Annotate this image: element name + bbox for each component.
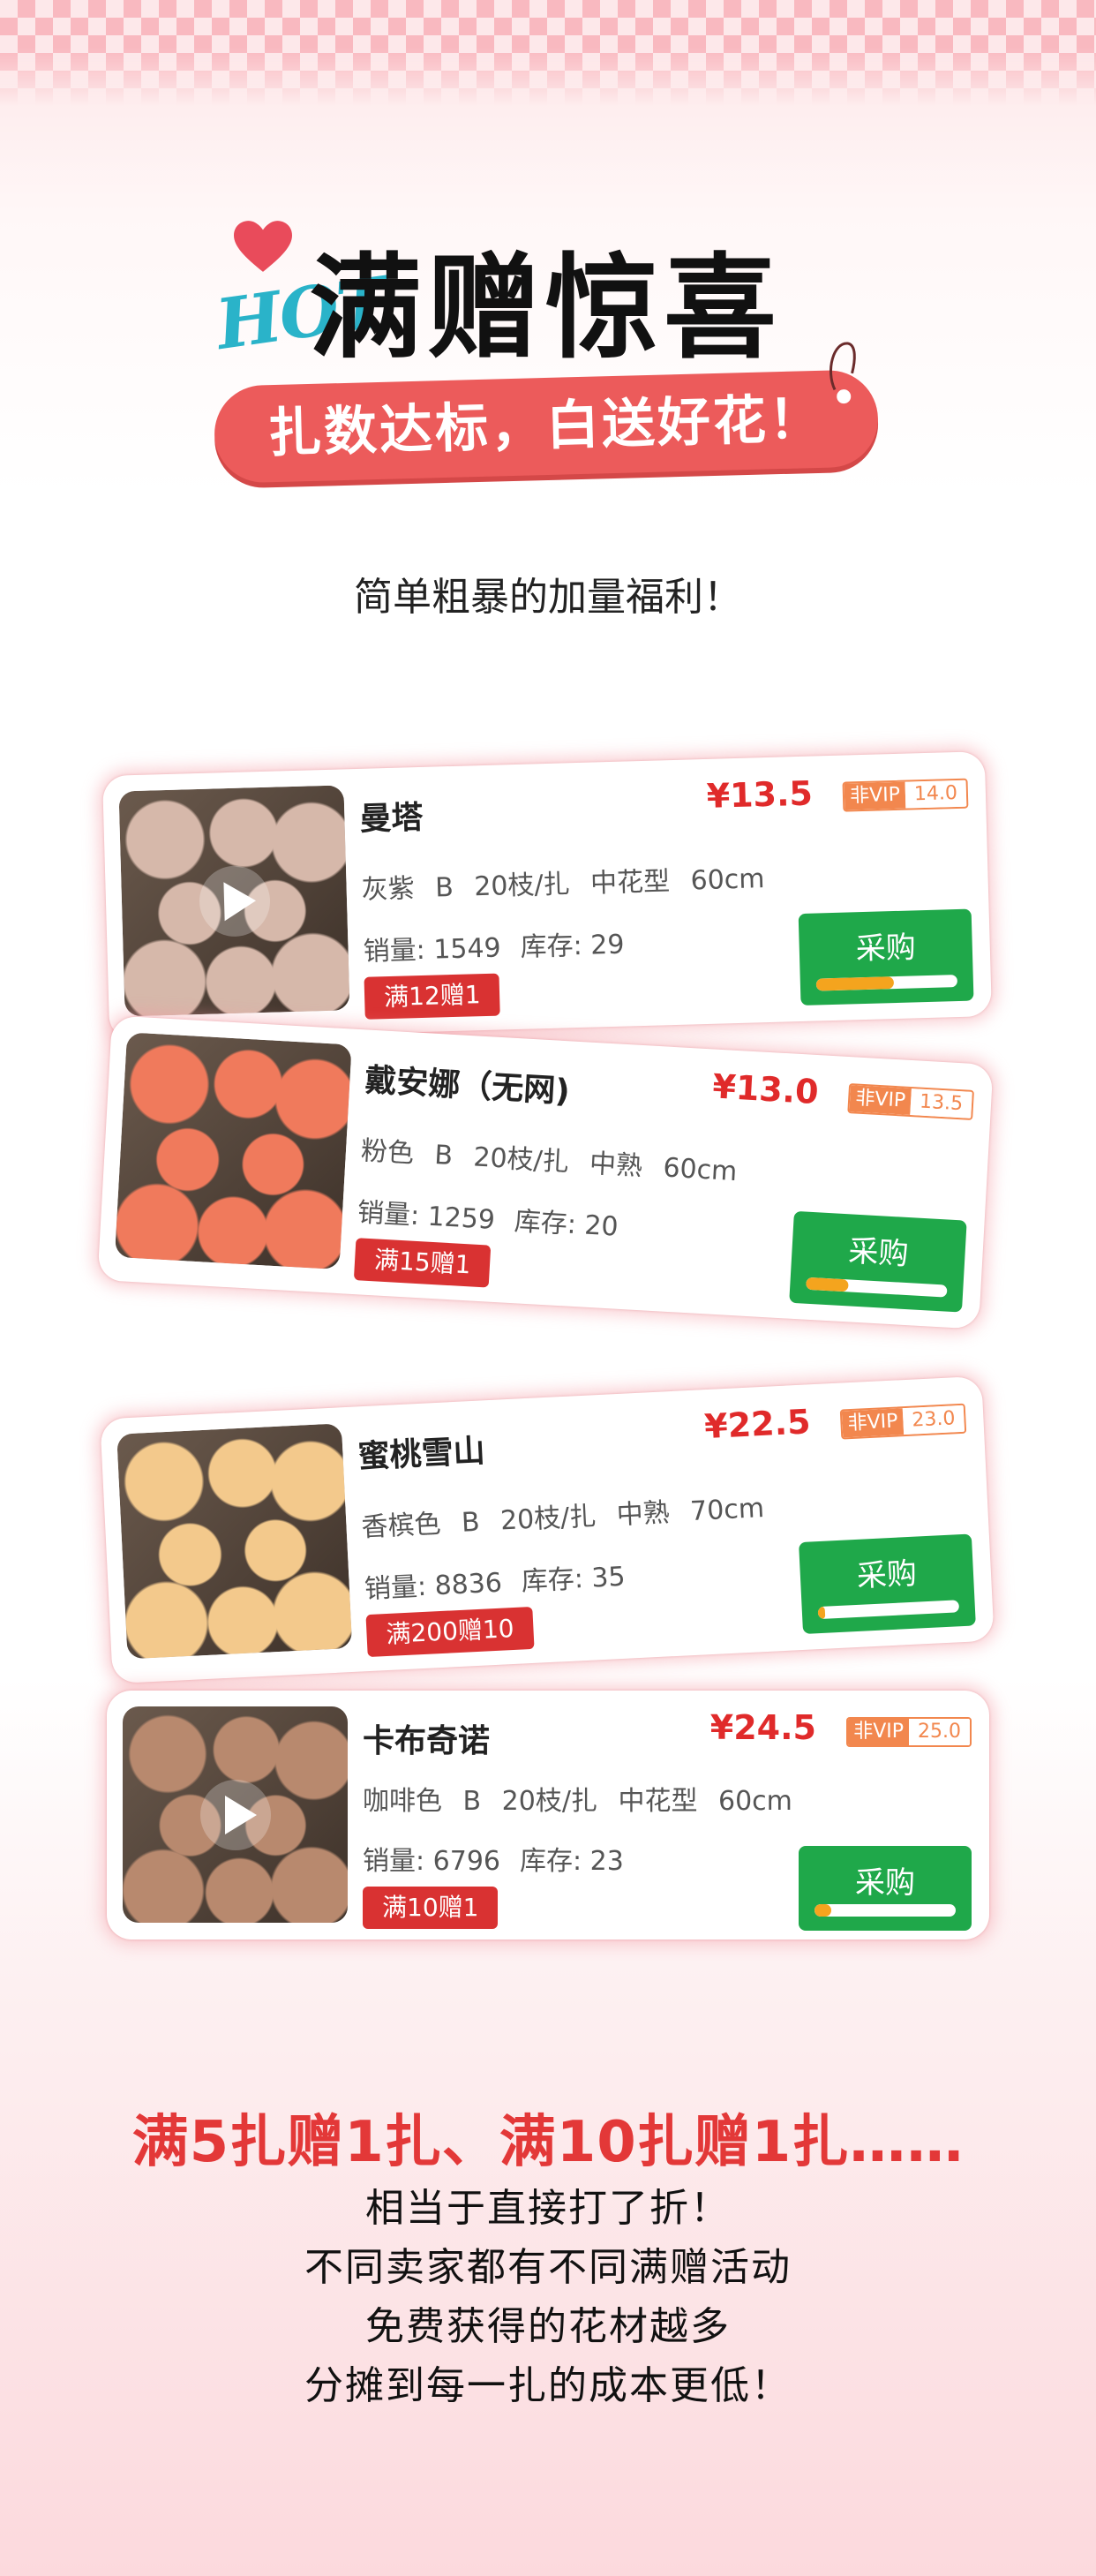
vip-price: 25.0 — [909, 1719, 970, 1745]
product-price: ¥13.0 — [711, 1066, 820, 1112]
sales-count: 销量: 6796 — [363, 1846, 500, 1877]
footer-line: 不同卖家都有不同满赠活动 — [304, 2245, 792, 2290]
vip-price: 23.0 — [902, 1405, 965, 1435]
vip-label: 非VIP — [848, 1719, 910, 1745]
promo-badge: 满12赠1 — [364, 973, 501, 1020]
product-card[interactable]: 戴安娜（无网) ¥13.0 非VIP 13.5 粉色 B 20枝/扎 中熟 60… — [97, 1015, 994, 1329]
sales-count: 销量: 1549 — [363, 932, 502, 968]
vip-price: 14.0 — [905, 780, 967, 809]
sales-progress-bar — [814, 1904, 956, 1917]
vip-label: 非VIP — [849, 1085, 912, 1115]
progress-fill — [806, 1277, 849, 1292]
product-name: 戴安娜（无网) — [364, 1062, 571, 1111]
vip-price-badge: 非VIP 23.0 — [839, 1403, 967, 1440]
product-card[interactable]: 蜜桃雪山 ¥22.5 非VIP 23.0 香槟色 B 20枝/扎 中熟 70cm… — [100, 1375, 995, 1684]
product-thumbnail[interactable] — [123, 1706, 348, 1923]
subtitle: 简单粗暴的加量福利！ — [354, 575, 742, 620]
product-spec: 咖啡色 B 20枝/扎 中花型 60cm — [363, 1786, 792, 1817]
progress-fill — [817, 1606, 826, 1620]
product-thumbnail[interactable] — [118, 785, 350, 1017]
sales-count: 销量: 1259 — [357, 1197, 496, 1236]
vip-price-badge: 非VIP 13.5 — [847, 1083, 974, 1120]
promo-badge: 满200赠10 — [365, 1606, 535, 1658]
sales-progress-bar — [817, 1600, 960, 1620]
product-card[interactable]: 曼塔 ¥13.5 非VIP 14.0 灰紫 B 20枝/扎 中花型 60cm 销… — [102, 751, 992, 1041]
sales-stock: 销量: 8836 库存: 35 — [364, 1554, 646, 1606]
buy-button[interactable]: 采购 — [789, 1210, 967, 1313]
vip-price-badge: 非VIP 14.0 — [842, 778, 969, 812]
tagline-pill: 扎数达标，白送好花！ — [213, 342, 880, 484]
buy-label: 采购 — [855, 1865, 915, 1901]
stock-count: 库存: 29 — [520, 929, 625, 963]
product-thumbnail[interactable] — [114, 1032, 352, 1270]
stock-count: 库存: 35 — [520, 1561, 627, 1598]
vip-price-badge: 非VIP 25.0 — [846, 1717, 972, 1747]
sales-stock: 销量: 6796 库存: 23 — [363, 1839, 643, 1878]
bottom-tagline: 满5扎赠1扎、满10扎赠1扎…… — [131, 2110, 965, 2175]
heart-icon — [234, 221, 292, 272]
play-icon[interactable] — [199, 1779, 271, 1850]
buy-button[interactable]: 采购 — [799, 1533, 976, 1634]
progress-fill — [815, 976, 895, 991]
vip-label: 非VIP — [844, 781, 906, 810]
product-card[interactable]: 卡布奇诺 ¥24.5 非VIP 25.0 咖啡色 B 20枝/扎 中花型 60c… — [107, 1691, 989, 1940]
sales-stock: 销量: 1259 库存: 20 — [357, 1190, 639, 1245]
progress-fill — [814, 1904, 832, 1917]
product-price: ¥13.5 — [706, 773, 814, 816]
product-thumbnail[interactable] — [116, 1423, 353, 1660]
buy-label: 采购 — [856, 1555, 918, 1594]
footer-line: 免费获得的花材越多 — [365, 2304, 731, 2349]
sales-count: 销量: 8836 — [364, 1567, 503, 1606]
sales-stock: 销量: 1549 库存: 29 — [363, 922, 644, 968]
product-name: 曼塔 — [358, 799, 424, 838]
page-title: 满赠惊喜 — [309, 243, 783, 374]
pill-text: 扎数达标，白送好花！ — [267, 388, 825, 465]
sales-progress-bar — [815, 975, 958, 991]
product-spec: 香槟色 B 20枝/扎 中熟 70cm — [360, 1492, 765, 1544]
buy-label: 采购 — [855, 930, 917, 968]
promo-badge: 满10赠1 — [363, 1887, 499, 1929]
product-spec: 粉色 B 20枝/扎 中熟 60cm — [360, 1135, 739, 1188]
buy-label: 采购 — [847, 1233, 910, 1273]
product-price: ¥24.5 — [709, 1708, 816, 1747]
promo-badge: 满15赠1 — [353, 1238, 492, 1288]
stock-count: 库存: 20 — [513, 1206, 619, 1243]
product-spec: 灰紫 B 20枝/扎 中花型 60cm — [361, 863, 765, 906]
product-name: 蜜桃雪山 — [357, 1433, 486, 1476]
buy-button[interactable]: 采购 — [798, 908, 974, 1006]
product-price: ¥22.5 — [703, 1402, 812, 1447]
footer-line: 分摊到每一扎的成本更低！ — [304, 2363, 792, 2408]
buy-button[interactable]: 采购 — [799, 1846, 972, 1931]
footer-line: 相当于直接打了折！ — [365, 2186, 731, 2231]
product-name: 卡布奇诺 — [363, 1723, 491, 1759]
vip-label: 非VIP — [842, 1408, 905, 1438]
sales-progress-bar — [806, 1277, 948, 1298]
vip-price: 13.5 — [910, 1088, 972, 1119]
play-icon[interactable] — [198, 864, 271, 938]
stock-count: 库存: 23 — [520, 1846, 624, 1877]
checker-pattern-band — [0, 0, 1096, 106]
